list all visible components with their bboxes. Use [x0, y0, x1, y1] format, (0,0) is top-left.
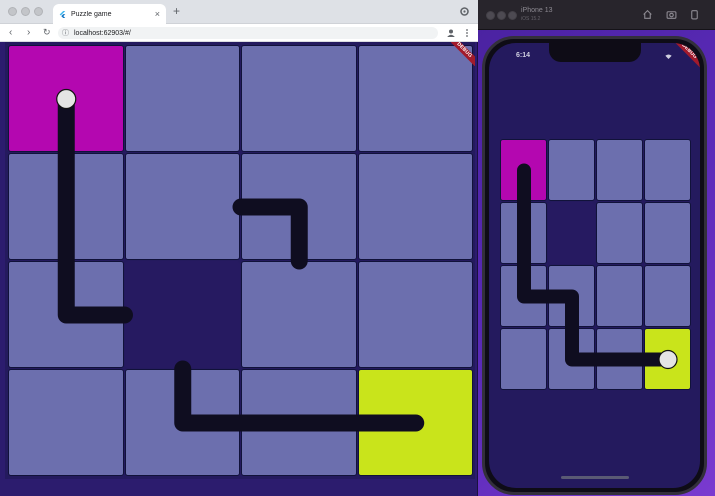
wifi-icon [665, 54, 672, 59]
debug-banner: DEBUG [451, 42, 475, 66]
status-time: 6:14 [516, 52, 531, 59]
window-close-button[interactable] [8, 7, 17, 16]
tab-close-icon[interactable]: × [155, 9, 160, 19]
back-button[interactable]: ‹ [9, 26, 12, 39]
extensions-icon[interactable] [459, 6, 470, 17]
sim-close-button[interactable] [486, 11, 495, 20]
site-info-icon[interactable]: ⓘ [62, 28, 69, 38]
window-zoom-button[interactable] [34, 7, 43, 16]
sim-zoom-button[interactable] [508, 11, 517, 20]
tab-title: Puzzle game [71, 10, 112, 18]
device-name: iPhone 13 [521, 7, 553, 14]
simulator-titlebar: iPhone 13 iOS 15.2 [478, 0, 715, 30]
rotate-icon[interactable] [689, 9, 700, 20]
pipe-fragment-1 [232, 198, 308, 270]
debug-banner-label: DEBUG [674, 43, 700, 69]
home-icon[interactable] [642, 9, 653, 20]
pipe-layer [56, 88, 425, 432]
reload-button[interactable]: ↻ [43, 26, 51, 39]
sim-minimize-button[interactable] [497, 11, 506, 20]
iphone-frame: 6:14 DEBUG [482, 36, 707, 495]
window-minimize-button[interactable] [21, 7, 30, 16]
tab-bar: Puzzle game × + [0, 0, 478, 24]
device-os: iOS 15.2 [521, 16, 541, 22]
web-viewport: DEBUG [5, 42, 475, 479]
browser-tab[interactable]: Puzzle game × [53, 4, 166, 24]
browser-toolbar: ‹ › ↻ ⓘ localhost:62903/#/ [0, 24, 478, 42]
debug-banner-label: DEBUG [451, 42, 475, 66]
browser-window: Puzzle game × + ‹ › ↻ ⓘ localhost:62903/… [0, 0, 478, 496]
debug-banner: DEBUG [674, 43, 700, 69]
ball[interactable] [56, 88, 77, 110]
flutter-icon [59, 10, 66, 18]
pipe-layer [517, 163, 678, 370]
ball[interactable] [658, 349, 678, 370]
url-text: localhost:62903/#/ [74, 29, 131, 37]
pipe-path [517, 163, 675, 367]
address-bar[interactable]: ⓘ localhost:62903/#/ [58, 27, 438, 39]
new-tab-button[interactable]: + [173, 5, 180, 17]
phone-screen: 6:14 DEBUG [489, 43, 700, 488]
pipe-fragment-2 [174, 360, 425, 432]
forward-button[interactable]: › [27, 26, 30, 39]
pipe-path [57, 90, 133, 324]
phone-notch [549, 43, 641, 62]
screenshot-icon[interactable] [666, 9, 677, 20]
profile-icon[interactable] [446, 28, 456, 38]
menu-icon[interactable] [462, 28, 472, 38]
home-indicator [561, 476, 629, 479]
